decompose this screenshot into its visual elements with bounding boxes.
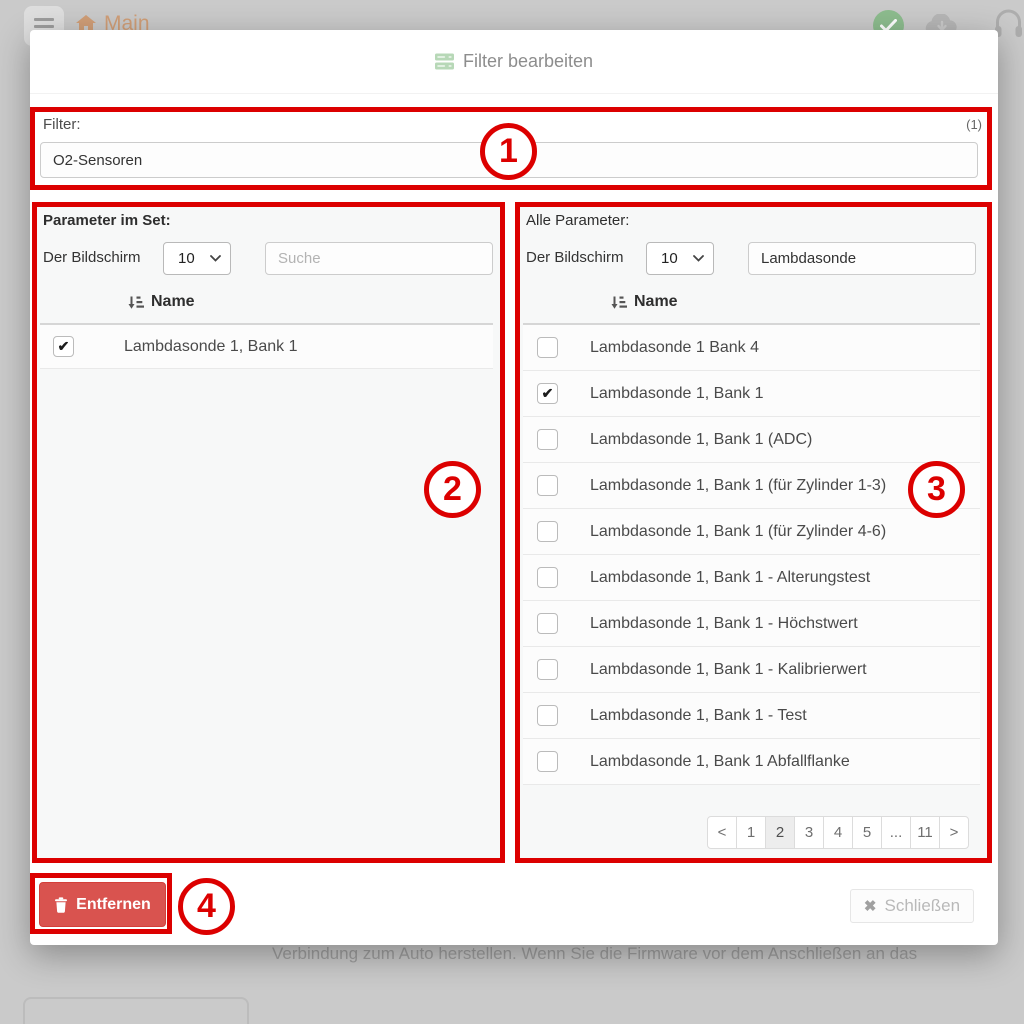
page-button[interactable]: 3: [794, 816, 824, 849]
filter-icon: [435, 52, 454, 71]
parameter-name: Lambdasonde 1, Bank 1: [124, 338, 297, 356]
app-root: Main Verbindung zum Auto herstellen. Wen…: [0, 0, 1024, 1024]
parameter-name: Lambdasonde 1, Bank 1 (ADC): [590, 431, 812, 449]
parameter-checkbox[interactable]: [537, 613, 558, 634]
parameter-name: Lambdasonde 1 Bank 4: [590, 339, 759, 357]
close-icon: ✖: [864, 897, 877, 915]
sort-icon: [128, 295, 144, 310]
all-panel-heading: Alle Parameter:: [526, 212, 629, 229]
set-rows: ✔ Lambdasonde 1, Bank 1: [40, 325, 493, 369]
parameter-checkbox[interactable]: [537, 337, 558, 358]
pagination: <12345...11>: [707, 816, 969, 849]
parameter-row: Lambdasonde 1, Bank 1 (ADC): [523, 417, 980, 463]
page-button[interactable]: 5: [852, 816, 882, 849]
parameter-row: Lambdasonde 1 Bank 4: [523, 325, 980, 371]
parameter-name: Lambdasonde 1, Bank 1 - Test: [590, 707, 807, 725]
parameter-name: Lambdasonde 1, Bank 1 - Kalibrierwert: [590, 661, 867, 679]
page-button[interactable]: 2: [765, 816, 795, 849]
parameter-name: Lambdasonde 1, Bank 1 - Höchstwert: [590, 615, 858, 633]
parameter-checkbox[interactable]: [537, 751, 558, 772]
filter-name-input[interactable]: [40, 142, 978, 178]
background-panel: [23, 997, 249, 1024]
set-page-length-value: 10: [178, 250, 195, 267]
parameter-checkbox[interactable]: [537, 429, 558, 450]
parameter-row: ✔ Lambdasonde 1, Bank 1: [40, 325, 493, 369]
all-search-input[interactable]: [748, 242, 976, 275]
set-search-input[interactable]: [265, 242, 493, 275]
trash-icon: [54, 897, 68, 913]
all-name-column-header[interactable]: Name: [611, 293, 678, 311]
page-button[interactable]: 11: [910, 816, 940, 849]
set-page-length-select[interactable]: 10: [163, 242, 231, 275]
parameter-row: Lambdasonde 1, Bank 1 (für Zylinder 4-6): [523, 509, 980, 555]
page-button[interactable]: >: [939, 816, 969, 849]
filter-edit-modal: Filter bearbeiten Filter: (1) Parameter …: [30, 30, 998, 945]
modal-title: Filter bearbeiten: [463, 51, 593, 72]
all-length-label: Der Bildschirm: [526, 249, 624, 266]
close-button[interactable]: ✖ Schließen: [850, 889, 974, 923]
all-parameters-panel: Alle Parameter: Der Bildschirm 10 Name L…: [516, 205, 990, 861]
set-length-label: Der Bildschirm: [43, 249, 141, 266]
chevron-down-icon: [210, 255, 221, 262]
set-panel-heading: Parameter im Set:: [43, 212, 171, 229]
parameter-name: Lambdasonde 1, Bank 1 - Alterungstest: [590, 569, 870, 587]
parameter-name: Lambdasonde 1, Bank 1 (für Zylinder 1-3): [590, 477, 886, 495]
parameter-checkbox[interactable]: [537, 705, 558, 726]
parameter-checkbox[interactable]: ✔: [537, 383, 558, 404]
close-button-label: Schließen: [884, 896, 960, 916]
all-page-length-select[interactable]: 10: [646, 242, 714, 275]
page-button[interactable]: <: [707, 816, 737, 849]
page-button[interactable]: 1: [736, 816, 766, 849]
page-button[interactable]: ...: [881, 816, 911, 849]
page-button[interactable]: 4: [823, 816, 853, 849]
parameter-row: ✔ Lambdasonde 1, Bank 1: [523, 371, 980, 417]
parameters-in-set-panel: Parameter im Set: Der Bildschirm 10 Name…: [33, 205, 503, 861]
remove-button-label: Entfernen: [76, 896, 151, 914]
all-rows: Lambdasonde 1 Bank 4 ✔ Lambdasonde 1, Bank…: [523, 325, 980, 785]
parameter-row: Lambdasonde 1, Bank 1 - Alterungstest: [523, 555, 980, 601]
headphones-icon[interactable]: [994, 8, 1023, 43]
all-name-header-label: Name: [634, 293, 678, 311]
parameter-checkbox[interactable]: [537, 567, 558, 588]
parameter-checkbox[interactable]: [537, 521, 558, 542]
parameter-row: Lambdasonde 1, Bank 1 Abfallflanke: [523, 739, 980, 785]
chevron-down-icon: [693, 255, 704, 262]
sort-icon: [611, 295, 627, 310]
set-name-header-label: Name: [151, 293, 195, 311]
parameter-row: Lambdasonde 1, Bank 1 (für Zylinder 1-3): [523, 463, 980, 509]
parameter-checkbox[interactable]: [537, 659, 558, 680]
remove-button[interactable]: Entfernen: [39, 882, 166, 927]
parameter-name: Lambdasonde 1, Bank 1: [590, 385, 763, 403]
parameter-row: Lambdasonde 1, Bank 1 - Kalibrierwert: [523, 647, 980, 693]
background-page-text: Verbindung zum Auto herstellen. Wenn Sie…: [272, 944, 917, 964]
filter-label: Filter:: [43, 116, 81, 133]
parameter-name: Lambdasonde 1, Bank 1 (für Zylinder 4-6): [590, 523, 886, 541]
all-page-length-value: 10: [661, 250, 678, 267]
set-name-column-header[interactable]: Name: [128, 293, 195, 311]
parameter-row: Lambdasonde 1, Bank 1 - Test: [523, 693, 980, 739]
parameter-checkbox[interactable]: ✔: [53, 336, 74, 357]
parameter-row: Lambdasonde 1, Bank 1 - Höchstwert: [523, 601, 980, 647]
parameter-name: Lambdasonde 1, Bank 1 Abfallflanke: [590, 753, 850, 771]
parameter-checkbox[interactable]: [537, 475, 558, 496]
modal-header: Filter bearbeiten: [30, 30, 998, 94]
filter-count-badge: (1): [966, 117, 982, 132]
